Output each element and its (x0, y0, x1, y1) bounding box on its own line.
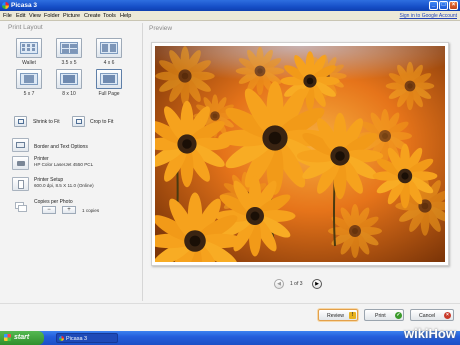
sign-in-link[interactable]: Sign in to Google Account (399, 13, 457, 19)
border-text-icon (16, 142, 25, 148)
printer-value: HP Color LaserJet 4550 PCL (34, 162, 94, 167)
menu-folder[interactable]: Folder (44, 13, 60, 19)
menu-view[interactable]: View (29, 13, 41, 19)
layout-8x10-button[interactable] (56, 69, 82, 89)
warning-icon: ! (349, 312, 356, 319)
copies-decrease-button[interactable]: − (42, 206, 56, 214)
taskbar-item-picasa[interactable]: Picasa 3 (56, 333, 118, 343)
review-label: Review (327, 313, 345, 319)
copies-value: 1 copies (82, 208, 100, 213)
shrink-to-fit-button[interactable] (14, 116, 27, 127)
layout-3-5x5-label: 3.5 x 5 (61, 60, 77, 66)
copies-label: Copies per Photo (34, 199, 73, 205)
layout-3-5x5-icon (60, 42, 78, 54)
copies-increase-button[interactable]: + (62, 206, 76, 214)
minimize-button[interactable]: _ (429, 1, 438, 10)
menu-create[interactable]: Create (84, 13, 101, 19)
printer-icon (17, 161, 25, 166)
printer-setup-value: 600.0 dpi, 8.5 X 11.0 (Online) (34, 183, 94, 188)
layout-5x7-icon (20, 73, 38, 85)
layout-8x10-label: 8 x 10 (62, 91, 76, 97)
window-title: Picasa 3 (11, 2, 38, 9)
next-page-button[interactable]: ▶ (312, 279, 322, 289)
layout-4x6-label: 4 x 6 (103, 60, 115, 66)
crop-to-fit-button[interactable] (72, 116, 85, 127)
menu-help[interactable]: Help (120, 13, 131, 19)
checkmark-icon: ✓ (395, 312, 402, 319)
taskbar-item-label: Picasa 3 (66, 336, 88, 342)
menu-bar: File Edit View Folder Picture Create Too… (0, 11, 460, 21)
close-window-button[interactable]: × (449, 1, 458, 10)
menu-tools[interactable]: Tools (103, 13, 116, 19)
picasa-task-icon (59, 336, 64, 341)
menu-picture[interactable]: Picture (63, 13, 80, 19)
cancel-button[interactable]: Cancel × (410, 309, 454, 321)
preview-title: Preview (149, 25, 173, 32)
border-options-label[interactable]: Border and Text Options (34, 144, 88, 150)
menu-file[interactable]: File (3, 13, 12, 19)
menu-edit[interactable]: Edit (16, 13, 25, 19)
previous-page-button[interactable]: ◀ (274, 279, 284, 289)
layout-4x6-button[interactable] (96, 38, 122, 58)
maximize-button[interactable]: □ (439, 1, 448, 10)
flower-photo-art (155, 46, 445, 262)
preview-panel: Preview ◀ 1 of 3 ▶ (142, 23, 456, 301)
page-setup-icon (18, 180, 24, 189)
cancel-label: Cancel (419, 313, 436, 319)
layout-4x6-icon (100, 42, 118, 54)
layout-full-page-label: Full Page (98, 91, 120, 97)
printer-setup-button[interactable] (12, 177, 29, 191)
title-bar: Picasa 3 _ □ × (0, 0, 460, 11)
shrink-to-fit-label: Shrink to Fit (33, 119, 60, 125)
layout-wallet-button[interactable] (16, 38, 42, 58)
action-bar: Review ! Print ✓ Cancel × (0, 303, 460, 331)
shrink-icon (18, 119, 24, 124)
layout-3-5x5-button[interactable] (56, 38, 82, 58)
print-button[interactable]: Print ✓ (364, 309, 404, 321)
layout-5x7-button[interactable] (16, 69, 42, 89)
layout-wallet-icon (20, 42, 38, 54)
layout-full-page-button[interactable] (96, 69, 122, 89)
picasa-window: Picasa 3 _ □ × File Edit View Folder Pic… (0, 0, 460, 331)
windows-logo-icon (4, 334, 11, 341)
print-layout-title: Print Layout (8, 24, 43, 31)
layout-8x10-icon (60, 73, 78, 85)
printer-select-button[interactable] (12, 156, 29, 170)
start-label: start (14, 334, 30, 341)
review-button[interactable]: Review ! (318, 309, 358, 321)
cancel-icon: × (444, 312, 451, 319)
border-options-button[interactable] (12, 138, 29, 152)
watermark-wiki: wiki (403, 326, 429, 341)
print-page (151, 42, 449, 266)
layout-5x7-label: 5 x 7 (23, 91, 35, 97)
print-layout-panel: Print Layout Wallet 3.5 x 5 4 x 6 5 x 7 … (6, 23, 132, 301)
picasa-app-icon (2, 2, 9, 9)
page-indicator: 1 of 3 (290, 281, 303, 287)
crop-to-fit-label: Crop to Fit (90, 119, 114, 125)
wikihow-watermark: wikiHow (404, 326, 456, 341)
windows-taskbar: start Picasa 3 (0, 331, 460, 345)
flower-photo (155, 46, 445, 262)
layout-wallet-label: Wallet (22, 60, 36, 66)
print-label: Print (375, 313, 386, 319)
layout-full-page-icon (100, 73, 118, 85)
crop-icon (76, 119, 82, 124)
start-button[interactable]: start (0, 331, 44, 345)
copies-icon-box (12, 198, 29, 212)
watermark-how: How (428, 326, 456, 341)
